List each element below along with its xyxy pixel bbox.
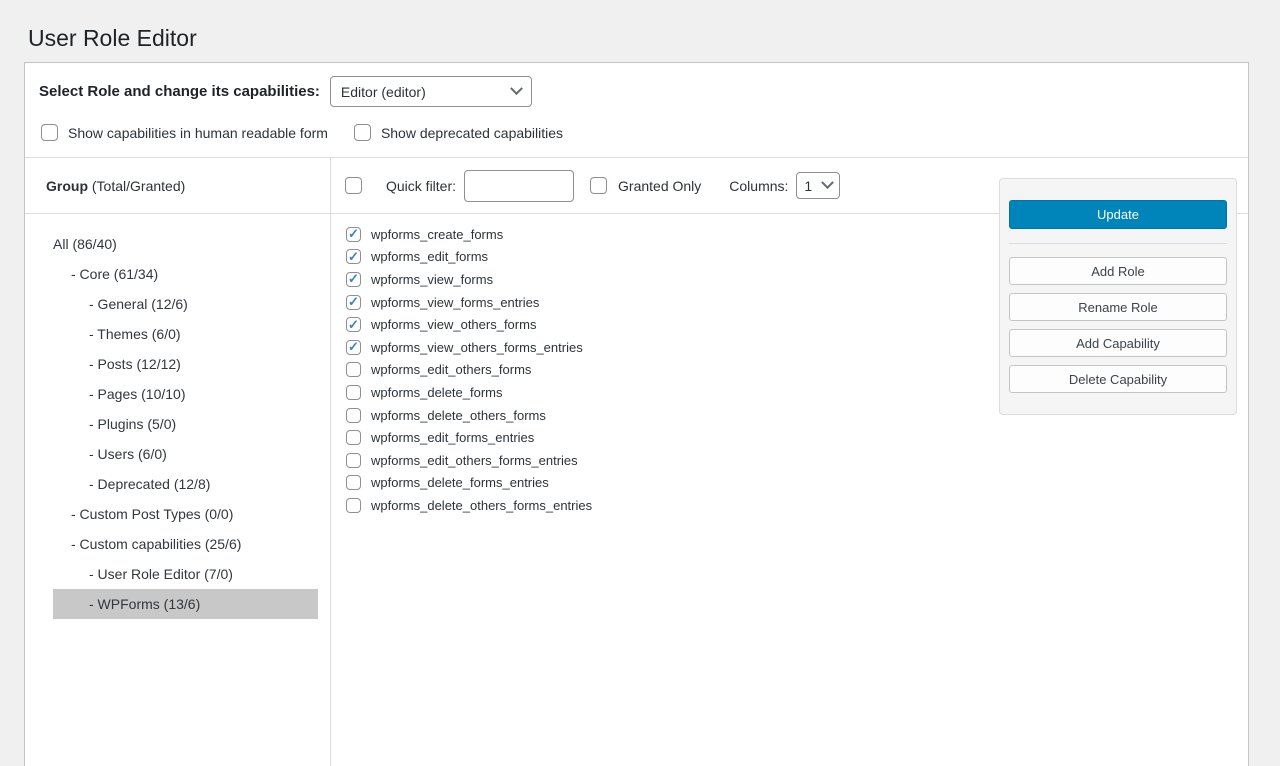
groups-sidebar: Group (Total/Granted) All (86/40)- Core …	[25, 158, 331, 766]
group-tree-item[interactable]: - Plugins (5/0)	[25, 409, 330, 439]
capability-checkbox[interactable]	[346, 475, 361, 490]
actions-panel: Update Add Role Rename Role Add Capability…	[999, 178, 1237, 415]
add-capability-button[interactable]: Add Capability	[1009, 329, 1227, 357]
capability-label: wpforms_edit_others_forms	[371, 362, 531, 377]
capability-label: wpforms_delete_forms	[371, 385, 503, 400]
role-selector-row: Select Role and change its capabilities:…	[25, 63, 1248, 107]
group-tree-item[interactable]: All (86/40)	[25, 229, 330, 259]
group-tree-item[interactable]: - Pages (10/10)	[25, 379, 330, 409]
group-tree-item[interactable]: - WPForms (13/6)	[53, 589, 318, 619]
capability-label: wpforms_view_others_forms	[371, 317, 536, 332]
quick-filter-label: Quick filter:	[386, 178, 456, 194]
human-readable-checkbox[interactable]	[41, 124, 58, 141]
capability-row: wpforms_delete_forms_entries	[346, 472, 1248, 495]
user-role-editor-panel: Select Role and change its capabilities:…	[24, 62, 1249, 766]
group-header-subtitle: (Total/Granted)	[88, 178, 185, 194]
capability-row: wpforms_edit_forms_entries	[346, 426, 1248, 449]
role-select-label: Select Role and change its capabilities:	[39, 83, 320, 100]
human-readable-label[interactable]: Show capabilities in human readable form	[68, 125, 328, 141]
capability-label: wpforms_delete_others_forms_entries	[371, 498, 592, 513]
group-tree-item[interactable]: - General (12/6)	[25, 289, 330, 319]
page-title: User Role Editor	[28, 24, 1280, 53]
group-tree-item[interactable]: - Posts (12/12)	[25, 349, 330, 379]
capability-checkbox[interactable]	[346, 340, 361, 355]
add-role-button[interactable]: Add Role	[1009, 257, 1227, 285]
columns-select[interactable]: 1	[796, 172, 840, 199]
capabilities-pane: Quick filter: Granted Only Columns: 1 wp…	[331, 158, 1248, 766]
capability-label: wpforms_view_others_forms_entries	[371, 340, 583, 355]
role-select-value: Editor (editor)	[341, 84, 426, 100]
capability-label: wpforms_delete_others_forms	[371, 408, 546, 423]
capability-label: wpforms_edit_forms	[371, 249, 488, 264]
capability-checkbox[interactable]	[346, 295, 361, 310]
chevron-down-icon	[822, 176, 835, 189]
group-tree-item[interactable]: - Deprecated (12/8)	[25, 469, 330, 499]
capability-checkbox[interactable]	[346, 227, 361, 242]
capability-label: wpforms_view_forms	[371, 272, 493, 287]
chevron-down-icon	[510, 82, 523, 95]
capability-checkbox[interactable]	[346, 408, 361, 423]
capability-checkbox[interactable]	[346, 498, 361, 513]
group-header-title: Group	[46, 178, 88, 194]
capability-label: wpforms_edit_others_forms_entries	[371, 453, 578, 468]
columns-label: Columns:	[729, 178, 788, 194]
group-tree-item[interactable]: - User Role Editor (7/0)	[25, 559, 330, 589]
secondary-actions: Add Role Rename Role Add Capability Delete …	[1009, 257, 1227, 393]
display-options-row: Show capabilities in human readable form…	[25, 107, 1248, 141]
group-tree-item[interactable]: - Themes (6/0)	[25, 319, 330, 349]
quick-filter-input[interactable]	[464, 170, 574, 202]
capability-checkbox[interactable]	[346, 430, 361, 445]
capability-row: wpforms_delete_others_forms_entries	[346, 494, 1248, 517]
capability-checkbox[interactable]	[346, 272, 361, 287]
group-tree-item[interactable]: - Custom Post Types (0/0)	[25, 499, 330, 529]
columns-select-value: 1	[804, 178, 812, 194]
capability-checkbox[interactable]	[346, 249, 361, 264]
group-tree-item[interactable]: - Users (6/0)	[25, 439, 330, 469]
select-all-checkbox[interactable]	[345, 177, 362, 194]
capability-label: wpforms_delete_forms_entries	[371, 475, 549, 490]
capability-checkbox[interactable]	[346, 317, 361, 332]
capability-checkbox[interactable]	[346, 453, 361, 468]
capability-label: wpforms_view_forms_entries	[371, 295, 539, 310]
granted-only-checkbox[interactable]	[590, 177, 607, 194]
delete-capability-button[interactable]: Delete Capability	[1009, 365, 1227, 393]
group-tree-item[interactable]: - Core (61/34)	[25, 259, 330, 289]
divider	[1009, 243, 1227, 244]
capability-label: wpforms_create_forms	[371, 227, 503, 242]
capability-label: wpforms_edit_forms_entries	[371, 430, 534, 445]
capability-checkbox[interactable]	[346, 362, 361, 377]
granted-only-label[interactable]: Granted Only	[618, 178, 701, 194]
group-tree: All (86/40)- Core (61/34)- General (12/6…	[25, 229, 330, 619]
group-tree-item[interactable]: - Custom capabilities (25/6)	[25, 529, 330, 559]
group-header: Group (Total/Granted)	[25, 158, 330, 214]
show-deprecated-label[interactable]: Show deprecated capabilities	[381, 125, 563, 141]
role-select[interactable]: Editor (editor)	[330, 76, 532, 107]
capability-row: wpforms_edit_others_forms_entries	[346, 449, 1248, 472]
update-button[interactable]: Update	[1009, 200, 1227, 229]
show-deprecated-checkbox[interactable]	[354, 124, 371, 141]
capability-checkbox[interactable]	[346, 385, 361, 400]
rename-role-button[interactable]: Rename Role	[1009, 293, 1227, 321]
